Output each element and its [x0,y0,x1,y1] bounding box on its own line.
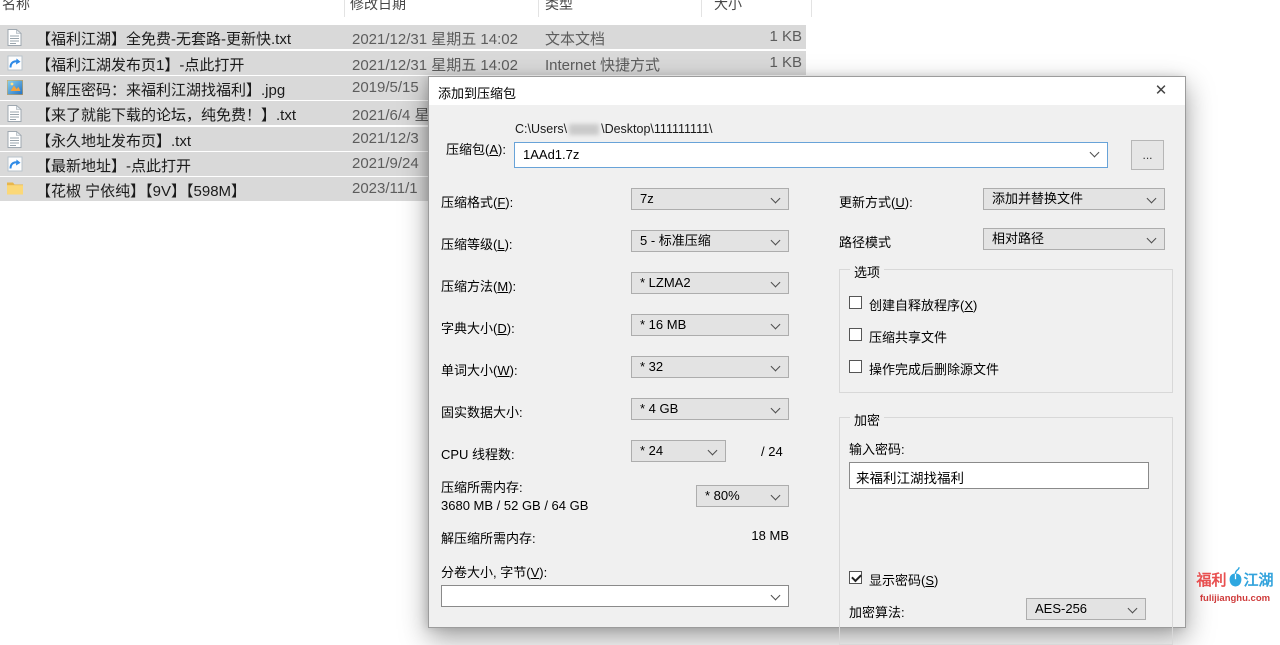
encryption-method-label: 加密算法: [849,602,905,621]
column-separator[interactable] [811,0,812,17]
file-date: 2021/6/4 星 [352,104,430,125]
file-date: 2021/9/24 [352,155,419,172]
update-mode-combobox[interactable]: 添加并替换文件 [983,188,1165,210]
close-icon[interactable]: ✕ [1150,81,1172,101]
dialog-titlebar[interactable]: 添加到压缩包 ✕ [429,77,1185,105]
compress-shared-label[interactable]: 压缩共享文件 [869,327,947,346]
create-sfx-label[interactable]: 创建自释放程序(X) [869,295,977,314]
decompress-memory-value: 18 MB [631,528,789,543]
cpu-threads-max: / 24 [761,444,783,459]
password-input[interactable]: 来福利江湖找福利 [849,462,1149,489]
text-file-icon [7,131,24,148]
dialog-title: 添加到压缩包 [438,83,516,102]
compress-shared-checkbox[interactable] [849,328,862,341]
archive-path: C:\Users\\Desktop\111111111\ [515,122,713,136]
password-label: 输入密码: [849,439,905,458]
column-separator[interactable] [538,0,539,17]
logo-text-red: 福利 [1196,569,1226,590]
word-size-label: 单词大小(W): [441,360,518,379]
solid-block-combobox[interactable]: * 4 GB [631,398,789,420]
column-header-size[interactable]: 大小 [714,0,742,14]
archive-label: 压缩包(A): [446,139,506,158]
logo-text-blue: 江湖 [1244,569,1274,590]
encryption-group-title: 加密 [850,410,884,429]
volume-size-label: 分卷大小, 字节(V): [441,562,547,581]
folder-icon [7,181,24,198]
dictionary-combobox[interactable]: * 16 MB [631,314,789,336]
file-date: 2023/11/1 [352,180,418,197]
level-combobox[interactable]: 5 - 标准压缩 [631,230,789,252]
file-row[interactable]: 【福利江湖】全免费-无套路-更新快.txt 2021/12/31 星期五 14:… [0,25,806,49]
cpu-threads-combobox[interactable]: * 24 [631,440,726,462]
file-name: 【福利江湖】全免费-无套路-更新快.txt [36,28,291,49]
file-size: 1 KB [644,28,802,45]
column-header-date[interactable]: 修改日期 [350,0,406,14]
decompress-memory-label: 解压缩所需内存: [441,528,536,547]
memory-usage-detail: 3680 MB / 52 GB / 64 GB [441,498,588,513]
create-sfx-checkbox[interactable] [849,296,862,309]
method-label: 压缩方法(M): [441,276,516,295]
file-date: 2019/5/15 [352,79,419,96]
format-label: 压缩格式(F): [441,192,513,211]
path-mode-combobox[interactable]: 相对路径 [983,228,1165,250]
file-type: 文本文档 [545,28,605,49]
file-size: 1 KB [644,54,802,71]
add-to-archive-dialog: 添加到压缩包 ✕ 压缩包(A): C:\Users\\Desktop\11111… [428,76,1186,628]
column-separator[interactable] [344,0,345,17]
cpu-threads-label: CPU 线程数: [441,444,515,463]
archive-name-combobox[interactable]: 1AAd1.7z [514,142,1108,168]
text-file-icon [7,29,24,46]
file-name: 【最新地址】-点此打开 [36,155,191,176]
format-combobox[interactable]: 7z [631,188,789,210]
column-separator[interactable] [701,0,702,17]
solid-block-label: 固实数据大小: [441,402,523,421]
internet-shortcut-icon [7,55,24,72]
file-date: 2021/12/31 星期五 14:02 [352,28,518,49]
options-group-title: 选项 [850,262,884,281]
file-name: 【花椒 宁依纯】【9V】【598M】 [36,180,246,201]
update-mode-label: 更新方式(U): [839,192,913,211]
redacted-username [569,124,599,135]
file-type: Internet 快捷方式 [545,54,660,75]
file-name: 【永久地址发布页】.txt [36,130,191,151]
show-password-checkbox[interactable] [849,571,862,584]
method-combobox[interactable]: * LZMA2 [631,272,789,294]
browse-button[interactable]: ... [1131,140,1164,170]
path-mode-label: 路径模式 [839,232,891,251]
memory-usage-label: 压缩所需内存: [441,477,523,496]
memory-usage-combobox[interactable]: * 80% [696,485,789,507]
mouse-icon [1228,565,1243,594]
list-header: 名称 修改日期 类型 大小 [0,0,830,18]
volume-size-combobox[interactable] [441,585,789,607]
delete-after-checkbox[interactable] [849,360,862,373]
file-row[interactable]: 【福利江湖发布页1】-点此打开 2021/12/31 星期五 14:02 Int… [0,51,806,75]
delete-after-label[interactable]: 操作完成后删除源文件 [869,359,999,378]
image-file-icon [7,80,24,97]
dictionary-label: 字典大小(D): [441,318,515,337]
word-size-combobox[interactable]: * 32 [631,356,789,378]
column-header-name[interactable]: 名称 [2,0,30,14]
file-date: 2021/12/31 星期五 14:02 [352,54,518,75]
encryption-method-combobox[interactable]: AES-256 [1026,598,1146,620]
file-name: 【解压密码：来福利江湖找福利】.jpg [36,79,285,100]
file-name: 【福利江湖发布页1】-点此打开 [36,54,244,75]
file-name: 【来了就能下载的论坛，纯免费！】.txt [36,104,296,125]
watermark-logo: 福利 江湖 fulijianghu.com [1190,560,1280,620]
level-label: 压缩等级(L): [441,234,513,253]
column-header-type[interactable]: 类型 [545,0,573,14]
logo-url: fulijianghu.com [1190,593,1280,604]
show-password-label[interactable]: 显示密码(S) [869,570,938,589]
text-file-icon [7,105,24,122]
internet-shortcut-icon [7,156,24,173]
file-date: 2021/12/3 [352,130,419,147]
